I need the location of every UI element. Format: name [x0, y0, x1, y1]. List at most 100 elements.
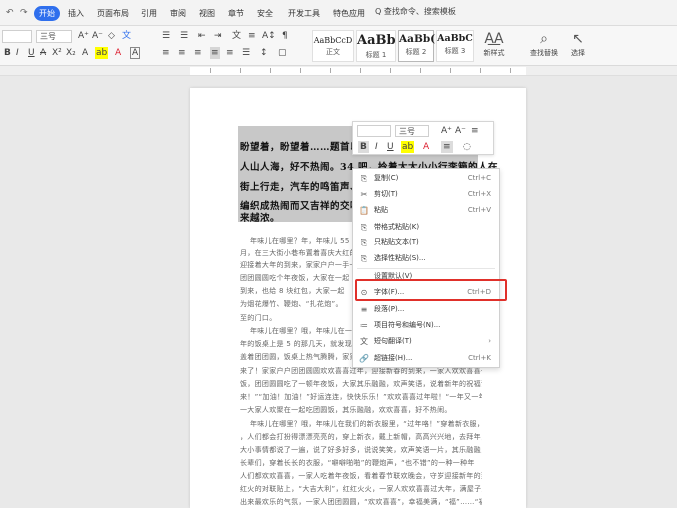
mini-format-painter-icon[interactable]: ◌: [463, 141, 471, 153]
mini-font-size-select[interactable]: 三号: [395, 125, 429, 137]
tab-page-layout[interactable]: 页面布局: [97, 8, 129, 19]
new-style-button[interactable]: A͟A 新样式: [474, 30, 514, 58]
menu-item-translate[interactable]: 文 短句翻译(T) ›: [353, 334, 499, 349]
menu-item-paste[interactable]: 📋 粘贴 Ctrl+V: [353, 203, 499, 218]
menu-item-bullets-numbering[interactable]: ≔ 项目符号和编号(N)...: [353, 318, 499, 333]
strikethrough-button[interactable]: A: [40, 47, 46, 59]
superscript-button[interactable]: X²: [52, 47, 62, 59]
menu-item-paste-special[interactable]: ⎘ 选择性粘贴(S)...: [353, 251, 499, 266]
mini-font-family-select[interactable]: [357, 125, 391, 137]
font-family-select[interactable]: [2, 30, 32, 43]
body-text-line: 一大家人欢聚在一起吃团圆饭，其乐融融，欢欢喜喜，好不热闹。: [240, 406, 452, 414]
scissors-icon: ✂: [360, 190, 368, 199]
paragraph-icon: ≡: [360, 305, 368, 314]
text-effect-icon[interactable]: A: [82, 47, 88, 59]
ruler-tick: [390, 68, 391, 73]
body-text-line: 年的饭桌上是 5 的那几天，就发现自己: [240, 340, 352, 348]
body-text-line: ，人们都会打扮得漂漂亮亮的，穿上新衣，戴上新帽，高高兴兴地，去拜年，走亲访友: [240, 433, 482, 441]
undo-icon[interactable]: ↶: [6, 8, 14, 18]
ribbon-toolbar: 三号 A⁺ A⁻ ◇ 文 B I U A X² X₂ A ab A A ☰ ☰ …: [0, 26, 677, 66]
mini-highlight-icon[interactable]: ab: [401, 141, 415, 153]
align-center-icon[interactable]: ≡: [178, 47, 186, 59]
style-heading-3[interactable]: AaBbC 标题 3: [436, 30, 474, 62]
bullet-list-icon[interactable]: ☰: [162, 30, 170, 42]
tab-review[interactable]: 审阅: [170, 8, 186, 19]
decrease-indent-icon[interactable]: ⇤: [198, 30, 206, 42]
tab-section[interactable]: 章节: [228, 8, 244, 19]
align-justify-icon[interactable]: ≡: [210, 47, 220, 59]
shading-icon[interactable]: ▢: [278, 47, 287, 59]
style-heading-2-sample: AaBb(: [399, 33, 436, 45]
command-search[interactable]: Q 查找命令、搜索模板: [375, 6, 456, 20]
pinyin-icon[interactable]: 文: [122, 30, 131, 42]
horizontal-ruler[interactable]: [0, 66, 677, 76]
body-text-line: 团团圆圆吃个年夜饭，大家在一起: [240, 274, 350, 282]
tab-security[interactable]: 安全: [257, 8, 273, 19]
numbered-list-icon[interactable]: ☰: [180, 30, 188, 42]
mini-grow-font-icon[interactable]: A⁺: [441, 125, 452, 137]
distributed-icon[interactable]: ≡: [226, 47, 234, 59]
clear-format-icon[interactable]: ◇: [108, 30, 115, 42]
sort-icon[interactable]: A↕: [262, 30, 276, 42]
underline-button[interactable]: U: [28, 47, 35, 59]
menu-item-label: 复制(C): [374, 174, 399, 182]
menu-item-shortcut: Ctrl+C: [467, 174, 491, 182]
increase-indent-icon[interactable]: ⇥: [214, 30, 222, 42]
menu-item-paragraph[interactable]: ≡ 段落(P)...: [353, 302, 499, 317]
style-heading-2[interactable]: AaBb( 标题 2: [398, 30, 436, 62]
redo-icon[interactable]: ↷: [20, 8, 28, 18]
paste-text-icon: ⎘: [360, 238, 368, 247]
context-menu: ⎘ 复制(C) Ctrl+C ✂ 剪切(T) Ctrl+X 📋 粘贴 Ctrl+…: [352, 168, 500, 368]
menu-item-copy[interactable]: ⎘ 复制(C) Ctrl+C: [353, 171, 499, 186]
select-button[interactable]: ↖ 选择: [558, 30, 598, 58]
mini-line-spacing-icon[interactable]: ≡: [471, 125, 479, 137]
menu-item-hyperlink[interactable]: 🔗 超链接(H)... Ctrl+K: [353, 351, 499, 366]
tab-developer[interactable]: 开发工具: [288, 8, 320, 19]
mini-font-color-icon[interactable]: A: [423, 141, 429, 153]
mini-align-icon[interactable]: ≡: [441, 141, 453, 153]
mini-bold-button[interactable]: B: [358, 141, 369, 153]
tab-special-apps[interactable]: 特色应用: [333, 8, 365, 19]
mini-italic-button[interactable]: I: [375, 141, 378, 153]
grow-font-icon[interactable]: A⁺: [78, 30, 89, 42]
style-heading-2-label: 标题 2: [405, 48, 427, 56]
mini-underline-button[interactable]: U: [387, 141, 394, 153]
mini-shrink-font-icon[interactable]: A⁻: [455, 125, 466, 137]
style-heading-1[interactable]: AaBb 标题 1: [356, 30, 396, 62]
ruler-tick: [210, 68, 211, 73]
ruler-tick: [330, 68, 331, 73]
list-icon: ≔: [360, 321, 368, 330]
styles-icon: A͟A: [484, 31, 504, 47]
font-size-select[interactable]: 三号: [36, 30, 72, 43]
body-text-line: 为烟花爆竹、鞭炮、“扎花炮”。: [240, 300, 343, 308]
italic-button[interactable]: I: [16, 47, 19, 59]
tab-view[interactable]: 视图: [199, 8, 215, 19]
chinese-layout-icon[interactable]: 文: [232, 30, 241, 42]
columns-icon[interactable]: ☰: [242, 47, 250, 59]
font-color-icon[interactable]: A: [115, 47, 121, 59]
menu-item-cut[interactable]: ✂ 剪切(T) Ctrl+X: [353, 187, 499, 202]
body-text-line: 年味儿在哪里？哦，年味儿在一大: [250, 327, 352, 335]
menu-item-paste-text-only[interactable]: ⎘ 只粘贴文本(T): [353, 235, 499, 250]
line-break-icon[interactable]: ≡: [248, 30, 256, 42]
char-border-icon[interactable]: A: [130, 47, 141, 59]
line-spacing-icon[interactable]: ↕: [260, 47, 268, 59]
shrink-font-icon[interactable]: A⁻: [92, 30, 103, 42]
menu-item-shortcut: Ctrl+K: [468, 354, 491, 362]
align-left-icon[interactable]: ≡: [162, 47, 170, 59]
ruler-tick: [300, 68, 301, 73]
menu-item-paste-keep-format[interactable]: ⎘ 带格式粘贴(K): [353, 220, 499, 235]
bold-button[interactable]: B: [4, 47, 11, 59]
align-right-icon[interactable]: ≡: [194, 47, 202, 59]
mini-format-toolbar: 三号 A⁺ A⁻ ≡ B I U ab A ≡ ◌: [352, 121, 494, 155]
highlight-icon[interactable]: ab: [95, 47, 109, 59]
translate-icon: 文: [360, 337, 368, 346]
tab-start[interactable]: 开始: [34, 6, 60, 21]
subscript-button[interactable]: X₂: [66, 47, 76, 59]
tab-references[interactable]: 引用: [141, 8, 157, 19]
paste-special-icon: ⎘: [360, 254, 368, 263]
style-normal[interactable]: AaBbCcD 正文: [312, 30, 354, 62]
show-marks-icon[interactable]: ¶: [282, 30, 288, 42]
tab-insert[interactable]: 插入: [68, 8, 84, 19]
ruler-tick: [420, 68, 421, 73]
